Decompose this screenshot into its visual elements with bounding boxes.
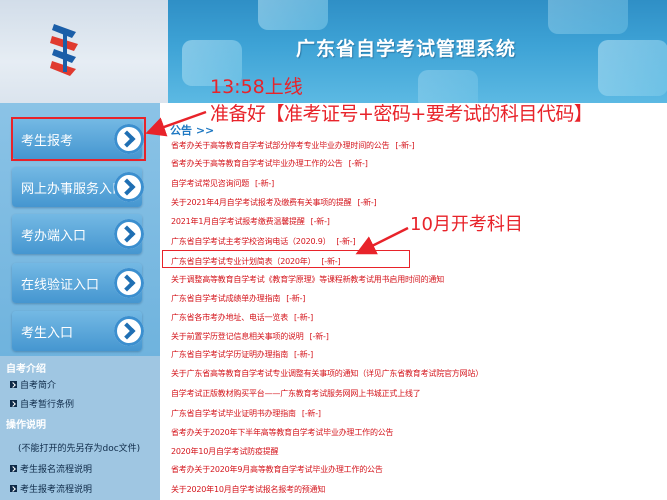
notice-item[interactable]: 省考办关于高等教育自学考试部分停考专业毕业办理时间的公告 [-新-]: [171, 140, 415, 151]
sidebar-item-candidate-login[interactable]: 考生入口: [12, 311, 144, 351]
notice-text: 广东省自学考试学历证明办理指南: [171, 350, 288, 359]
notice-text: 广东省自学考试主考学校咨询电话（2020.9）: [171, 237, 331, 246]
logo-panel: [0, 0, 168, 103]
sidebar-item-online-verification[interactable]: 在线验证入口: [12, 263, 144, 303]
notice-item[interactable]: 关于前置学历登记信息相关事项的说明 [-新-]: [171, 331, 329, 342]
exam-logo-icon: [50, 24, 78, 76]
annotation-october: 10月开考科目: [410, 214, 523, 235]
highlight-row: [162, 250, 410, 268]
chevron-right-icon: [114, 172, 144, 202]
notice-text: 广东省自学考试成绩单办理指南: [171, 294, 281, 303]
notice-item[interactable]: 2020年10月自学考试防疫提醒: [171, 446, 279, 457]
new-badge: [-新-]: [301, 409, 321, 418]
notice-text: 自学考试正版教材购买平台——广东教育考试服务网网上书城正式上线了: [171, 389, 421, 398]
new-badge: [-新-]: [294, 313, 314, 322]
notice-item[interactable]: 自学考试正版教材购买平台——广东教育考试服务网网上书城正式上线了: [171, 388, 421, 399]
sidebar-item-label: 考生入口: [21, 326, 74, 341]
arrow-bullet-icon: [10, 485, 17, 492]
highlight-box: [11, 117, 146, 161]
notice-text: 自学考试常见咨询问题: [171, 179, 249, 188]
notice-text: 广东省各市考办地址、电话一览表: [171, 313, 288, 322]
new-badge: [-新-]: [294, 350, 314, 359]
notice-text: 省考办关于2020年9月高等教育自学考试毕业办理工作的公告: [171, 465, 383, 474]
arrow-bullet-icon: [10, 381, 17, 388]
chevron-right-icon: [114, 219, 144, 249]
sidebar-item-label: 网上办事服务入口: [21, 182, 126, 197]
notice-item[interactable]: 关于2021年4月自学考试报考及缴费有关事项的提醒 [-新-]: [171, 197, 377, 208]
notice-text: 2021年1月自学考试报考缴费温馨提醒: [171, 217, 305, 226]
notice-text: 关于广东省高等教育自学考试专业调整有关事项的通知（详见广东省教育考试院官方网站）: [171, 369, 483, 378]
header: 广东省自学考试管理系统: [0, 0, 667, 103]
notice-text: 关于2020年10月自学考试报名报考的预通知: [171, 485, 326, 494]
notice-item[interactable]: 省考办关于高等教育自学考试毕业办理工作的公告 [-新-]: [171, 158, 368, 169]
notice-item[interactable]: 广东省各市考办地址、电话一览表 [-新-]: [171, 312, 313, 323]
notice-item[interactable]: 自学考试常见咨询问题 [-新-]: [171, 178, 274, 189]
notice-item[interactable]: 广东省自学考试成绩单办理指南 [-新-]: [171, 293, 305, 304]
page-title: 广东省自学考试管理系统: [296, 38, 517, 60]
sidebar-link[interactable]: (不能打开的先另存为doc文件): [18, 441, 140, 454]
notice-item[interactable]: 省考办关于2020年9月高等教育自学考试毕业办理工作的公告: [171, 464, 383, 475]
notice-text: 省考办关于2020年下半年高等教育自学考试毕业办理工作的公告: [171, 428, 394, 437]
notice-item[interactable]: 关于2020年10月自学考试报名报考的预通知: [171, 484, 325, 495]
notice-item[interactable]: 关于广东省高等教育自学考试专业调整有关事项的通知（详见广东省教育考试院官方网站）: [171, 368, 483, 379]
notice-item[interactable]: 关于调整高等教育自学考试《教育学原理》等课程新教考试用书启用时间的通知: [171, 274, 444, 285]
annotation-prepare: 准备好【准考证号+密码+要考试的科目代码】: [210, 103, 593, 125]
new-badge: [-新-]: [348, 159, 368, 168]
new-badge: [-新-]: [255, 179, 275, 188]
notice-item[interactable]: 广东省自学考试主考学校咨询电话（2020.9） [-新-]: [171, 236, 356, 247]
notice-item[interactable]: 省考办关于2020年下半年高等教育自学考试毕业办理工作的公告: [171, 427, 394, 438]
new-badge: [-新-]: [357, 198, 377, 207]
arrow-bullet-icon: [10, 400, 17, 407]
section-title: 操作说明: [6, 420, 46, 431]
chevron-right-icon: [114, 268, 144, 298]
notice-item[interactable]: 2021年1月自学考试报考缴费温馨提醒 [-新-]: [171, 216, 330, 227]
notice-item[interactable]: 广东省自学考试学历证明办理指南 [-新-]: [171, 349, 313, 360]
notice-text: 省考办关于高等教育自学考试毕业办理工作的公告: [171, 159, 343, 168]
sidebar-link[interactable]: 自考暂行条例: [10, 397, 74, 410]
sidebar-item-label: 在线验证入口: [21, 278, 100, 293]
new-badge: [-新-]: [286, 294, 306, 303]
new-badge: [-新-]: [310, 217, 330, 226]
notice-text: 省考办关于高等教育自学考试部分停考专业毕业办理时间的公告: [171, 141, 390, 150]
notice-text: 广东省自学考试毕业证明书办理指南: [171, 409, 296, 418]
notice-item[interactable]: 广东省自学考试毕业证明书办理指南 [-新-]: [171, 408, 321, 419]
new-badge: [-新-]: [395, 141, 415, 150]
notice-text: 关于2021年4月自学考试报考及缴费有关事项的提醒: [171, 198, 352, 207]
sidebar-item-online-service[interactable]: 网上办事服务入口: [12, 167, 144, 207]
sidebar-link[interactable]: 考生报名流程说明: [10, 462, 92, 475]
sidebar-item-label: 考办端入口: [21, 229, 87, 244]
notice-text: 2020年10月自学考试防疫提醒: [171, 447, 279, 456]
new-badge: [-新-]: [309, 332, 329, 341]
section-title: 自考介绍: [6, 364, 46, 375]
chevron-right-icon: [114, 316, 144, 346]
new-badge: [-新-]: [336, 237, 356, 246]
sidebar-item-office-portal[interactable]: 考办端入口: [12, 214, 144, 254]
notice-text: 关于调整高等教育自学考试《教育学原理》等课程新教考试用书启用时间的通知: [171, 275, 444, 284]
notice-header[interactable]: 公告 >>: [170, 122, 214, 138]
arrow-bullet-icon: [10, 465, 17, 472]
sidebar-link[interactable]: 考生报考流程说明: [10, 482, 92, 495]
sidebar-link[interactable]: 自考简介: [10, 378, 56, 391]
notice-text: 关于前置学历登记信息相关事项的说明: [171, 332, 304, 341]
annotation-time: 13:58上线: [210, 76, 303, 98]
